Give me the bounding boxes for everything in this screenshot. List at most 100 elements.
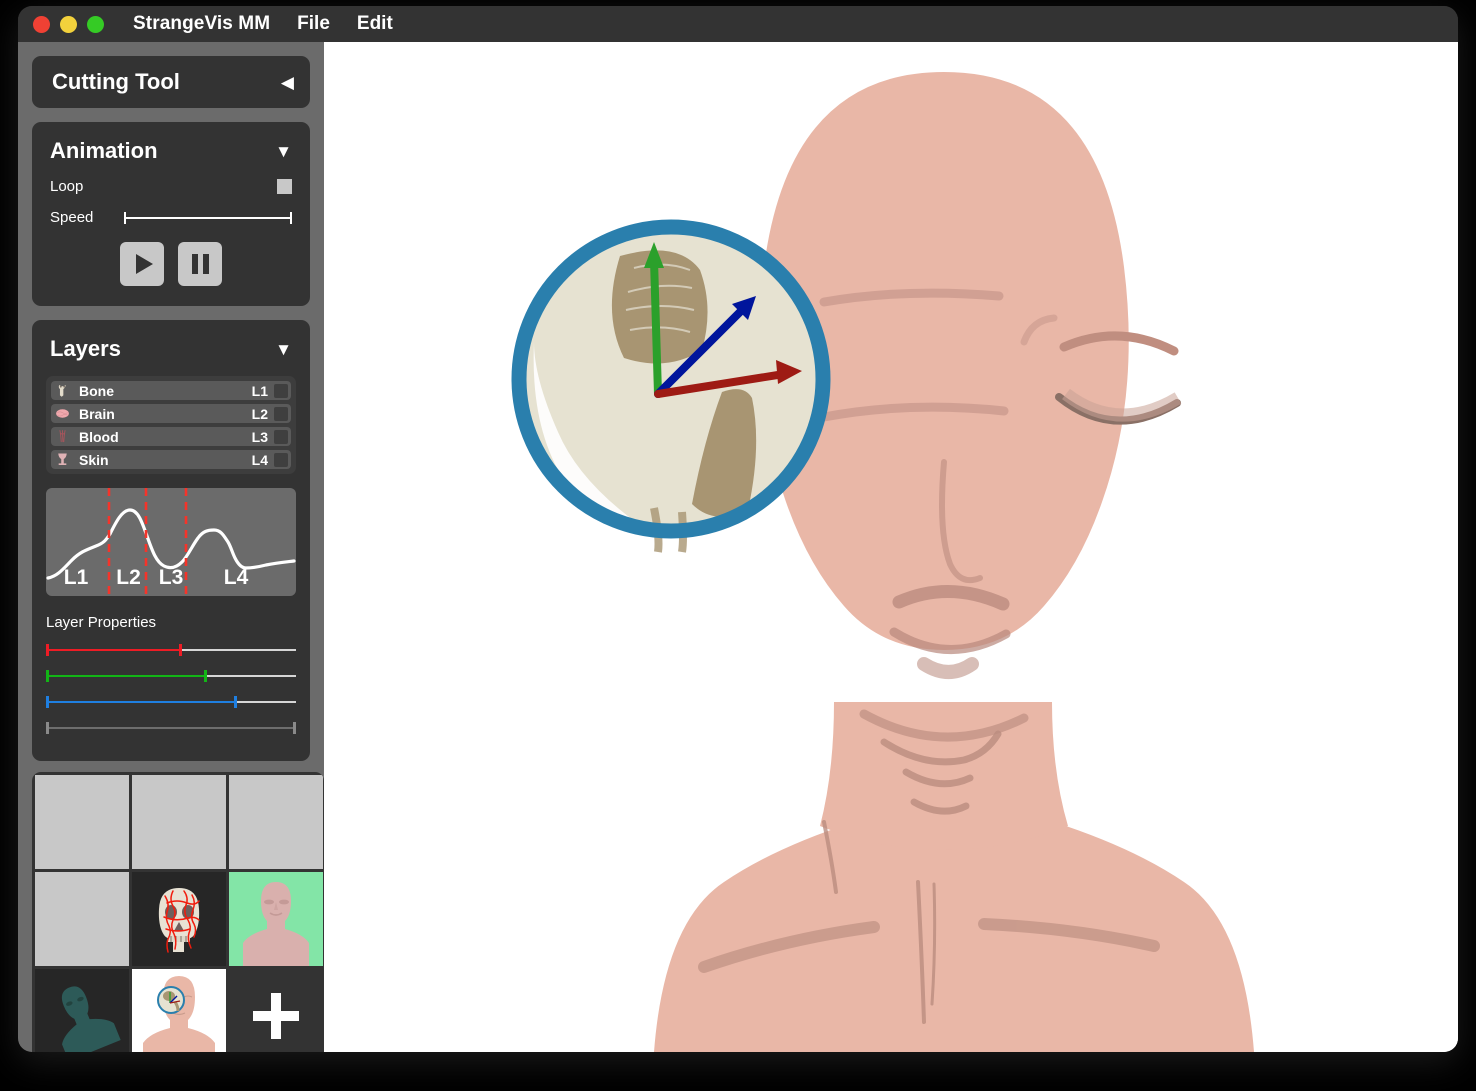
cutting-tool-title: Cutting Tool bbox=[52, 69, 180, 94]
close-window-button[interactable] bbox=[33, 15, 50, 33]
blue-channel-slider[interactable] bbox=[46, 693, 296, 711]
render-viewport[interactable] bbox=[324, 42, 1458, 1052]
sidebar: Cutting Tool ◀ Animation ▼ Loop Speed La… bbox=[18, 42, 324, 1052]
add-preview-button[interactable] bbox=[229, 969, 323, 1052]
app-window: StrangeVis MM File Edit Cutting Tool ◀ A… bbox=[18, 6, 1458, 1052]
histogram-label-l1: L1 bbox=[63, 566, 89, 589]
menu-edit[interactable]: Edit bbox=[357, 13, 393, 35]
slider-track bbox=[46, 727, 296, 729]
layer-code: L2 bbox=[251, 405, 268, 422]
animation-body: Loop Speed bbox=[32, 178, 310, 306]
layer-name: Blood bbox=[79, 428, 119, 445]
layer-code: L3 bbox=[251, 428, 268, 445]
dark-figure-thumbnail bbox=[35, 969, 129, 1052]
animation-header[interactable]: Animation ▼ bbox=[32, 122, 310, 178]
play-icon bbox=[135, 254, 153, 274]
transfer-function-histogram[interactable]: L1 L2 L3 L4 bbox=[46, 488, 296, 596]
slider-end-cap bbox=[293, 722, 296, 734]
dark-figure-preview[interactable] bbox=[35, 969, 129, 1052]
slider-start-cap bbox=[46, 696, 49, 708]
layer-name: Bone bbox=[79, 382, 114, 399]
y-axis bbox=[650, 256, 662, 398]
layer-name: Brain bbox=[79, 405, 115, 422]
preview-thumbnail-panel bbox=[32, 772, 324, 1052]
slider-fill bbox=[46, 649, 179, 651]
speed-slider-min-cap bbox=[124, 211, 126, 224]
zoom-window-button[interactable] bbox=[87, 15, 104, 33]
green-channel-slider[interactable] bbox=[46, 667, 296, 685]
layer-row[interactable]: Blood L3 bbox=[51, 427, 291, 446]
volume-render bbox=[324, 42, 1458, 1052]
layer-visibility-checkbox[interactable] bbox=[274, 429, 288, 444]
brain-icon bbox=[54, 405, 71, 422]
slider-start-cap bbox=[46, 644, 49, 656]
histogram-label-l3: L3 bbox=[158, 566, 184, 589]
empty-slot-1[interactable] bbox=[35, 775, 129, 869]
speed-label: Speed bbox=[50, 209, 94, 226]
titlebar: StrangeVis MM File Edit bbox=[18, 6, 1458, 42]
chevron-down-icon[interactable]: ▼ bbox=[275, 341, 292, 358]
panel-animation: Animation ▼ Loop Speed bbox=[32, 122, 310, 306]
layer-name: Skin bbox=[79, 451, 109, 468]
alpha-channel-slider[interactable] bbox=[46, 719, 296, 737]
skull-vessels-thumbnail bbox=[132, 872, 226, 966]
red-channel-slider[interactable] bbox=[46, 641, 296, 659]
minimize-window-button[interactable] bbox=[60, 15, 77, 33]
layer-row[interactable]: Brain L2 bbox=[51, 404, 291, 423]
chevron-left-icon[interactable]: ◀ bbox=[281, 74, 294, 91]
speed-row: Speed bbox=[50, 209, 292, 226]
histogram-region-labels: L1 L2 L3 L4 bbox=[46, 566, 296, 592]
chevron-down-icon[interactable]: ▼ bbox=[275, 143, 292, 160]
layer-code: L1 bbox=[251, 382, 268, 399]
preview-thumbnail-grid bbox=[32, 772, 324, 1052]
pause-button[interactable] bbox=[178, 242, 222, 286]
green-figure-thumbnail bbox=[229, 872, 323, 966]
slider-fill bbox=[46, 701, 234, 703]
slider-handle[interactable] bbox=[233, 696, 237, 708]
menu-file[interactable]: File bbox=[297, 13, 330, 35]
skull-vessels-preview[interactable] bbox=[132, 872, 226, 966]
layer-code: L4 bbox=[251, 451, 268, 468]
loop-checkbox[interactable] bbox=[277, 179, 292, 194]
green-background-figure-preview[interactable] bbox=[229, 872, 323, 966]
window-controls bbox=[33, 15, 104, 33]
histogram-label-l4: L4 bbox=[223, 566, 249, 589]
layer-properties-title: Layer Properties bbox=[46, 614, 157, 631]
speed-slider-track bbox=[124, 216, 292, 219]
panel-cutting-tool[interactable]: Cutting Tool ◀ bbox=[32, 56, 310, 108]
layer-visibility-checkbox[interactable] bbox=[274, 406, 288, 421]
loop-row: Loop bbox=[50, 178, 292, 195]
layer-row[interactable]: Skin L4 bbox=[51, 450, 291, 469]
animation-title: Animation bbox=[50, 138, 158, 163]
loop-label: Loop bbox=[50, 178, 84, 195]
slider-start-cap bbox=[46, 670, 49, 682]
slider-start-cap bbox=[46, 722, 49, 734]
slider-handle[interactable] bbox=[178, 644, 182, 656]
empty-slot-4[interactable] bbox=[35, 872, 129, 966]
play-button[interactable] bbox=[120, 242, 164, 286]
bone-icon bbox=[54, 382, 71, 399]
layers-body: Bone L1 Brain L2 Blood L3 Skin L4 L1 L2 … bbox=[32, 376, 310, 761]
layer-row[interactable]: Bone L1 bbox=[51, 381, 291, 400]
skin-icon bbox=[54, 451, 71, 468]
sidebar-scroll-area[interactable]: Cutting Tool ◀ Animation ▼ Loop Speed La… bbox=[18, 42, 324, 772]
empty-slot-2[interactable] bbox=[132, 775, 226, 869]
active-cutting-preview[interactable] bbox=[132, 969, 226, 1052]
pause-icon bbox=[191, 254, 209, 274]
app-title: StrangeVis MM bbox=[133, 13, 271, 34]
empty-slot-3[interactable] bbox=[229, 775, 323, 869]
layer-visibility-checkbox[interactable] bbox=[274, 383, 288, 398]
screen: StrangeVis MM File Edit Cutting Tool ◀ A… bbox=[0, 0, 1476, 1091]
animation-transport bbox=[50, 242, 292, 286]
slider-handle[interactable] bbox=[203, 670, 207, 682]
active-cutting-thumbnail bbox=[132, 969, 226, 1052]
panel-layers: Layers ▼ Bone L1 Brain L2 Blood L3 Skin … bbox=[32, 320, 310, 761]
layers-header[interactable]: Layers ▼ bbox=[32, 320, 310, 376]
layer-list: Bone L1 Brain L2 Blood L3 Skin L4 bbox=[46, 376, 296, 474]
layers-title: Layers bbox=[50, 336, 121, 361]
slider-fill bbox=[46, 675, 204, 677]
speed-slider[interactable] bbox=[124, 211, 292, 225]
histogram-label-l2: L2 bbox=[116, 566, 141, 589]
layer-visibility-checkbox[interactable] bbox=[274, 452, 288, 467]
speed-slider-max-cap bbox=[290, 211, 292, 224]
